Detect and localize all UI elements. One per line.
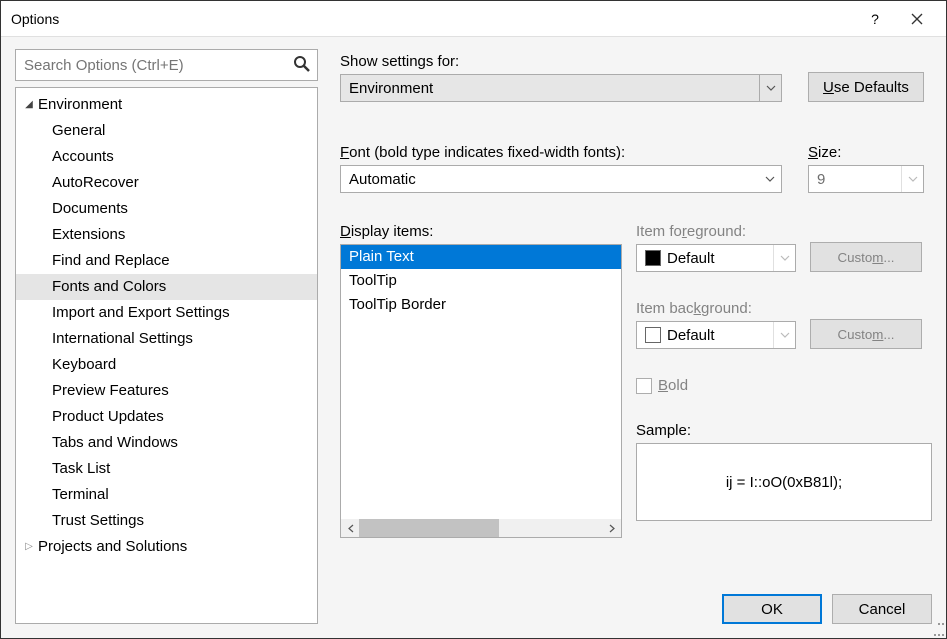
- sample-preview: ij = I::oO(0xB81l);: [636, 443, 932, 521]
- chevron-right-icon: ▷: [22, 536, 36, 558]
- size-select[interactable]: 9: [808, 165, 924, 193]
- tree-item-label: Fonts and Colors: [52, 276, 166, 298]
- chevron-down-icon: [773, 322, 795, 348]
- list-item[interactable]: ToolTip Border: [341, 293, 621, 317]
- tree-item-label: Extensions: [52, 224, 125, 246]
- help-icon: ?: [871, 11, 879, 27]
- tree-item-extensions[interactable]: Extensions: [16, 222, 317, 248]
- title-bar: Options ?: [1, 1, 946, 37]
- checkbox-icon: [636, 378, 652, 394]
- close-button[interactable]: [896, 4, 938, 34]
- size-label: Size:: [808, 144, 924, 161]
- tree-item-label: Environment: [38, 94, 122, 116]
- tree-item-label: Find and Replace: [52, 250, 170, 272]
- list-item[interactable]: Plain Text: [341, 245, 621, 269]
- close-icon: [911, 13, 923, 25]
- tree-item-international[interactable]: International Settings: [16, 326, 317, 352]
- tree-item-label: Tabs and Windows: [52, 432, 178, 454]
- tree-item-trust-settings[interactable]: Trust Settings: [16, 508, 317, 534]
- use-defaults-button[interactable]: Use Defaults: [808, 72, 924, 102]
- item-background-select[interactable]: Default: [636, 321, 796, 349]
- tree-item-environment[interactable]: ◢ Environment: [16, 92, 317, 118]
- tree-item-label: Documents: [52, 198, 128, 220]
- chevron-down-icon: [759, 75, 781, 101]
- item-foreground-label: Item foreground:: [636, 223, 796, 240]
- display-items-listbox[interactable]: Plain Text ToolTip ToolTip Border: [340, 244, 622, 538]
- tree-item-label: Projects and Solutions: [38, 536, 187, 558]
- bold-label: Bold: [658, 377, 688, 394]
- resize-grip-icon[interactable]: [931, 623, 944, 636]
- foreground-custom-button[interactable]: Custom...: [810, 242, 922, 272]
- tree-item-label: International Settings: [52, 328, 193, 350]
- scroll-left-icon[interactable]: [341, 519, 359, 537]
- search-input[interactable]: [15, 49, 318, 81]
- font-label: Font (bold type indicates fixed-width fo…: [340, 144, 782, 161]
- color-swatch-icon: [645, 327, 661, 343]
- tree-item-autorecover[interactable]: AutoRecover: [16, 170, 317, 196]
- sample-label: Sample:: [636, 422, 932, 439]
- tree-item-label: Import and Export Settings: [52, 302, 230, 324]
- font-select[interactable]: Automatic: [340, 165, 782, 193]
- tree-item-label: Terminal: [52, 484, 109, 506]
- cancel-button[interactable]: Cancel: [832, 594, 932, 624]
- chevron-down-icon: [901, 166, 923, 192]
- scrollbar-thumb[interactable]: [359, 519, 499, 537]
- tree-item-find-replace[interactable]: Find and Replace: [16, 248, 317, 274]
- tree-item-label: General: [52, 120, 105, 142]
- item-foreground-value: Default: [667, 250, 715, 267]
- item-background-label: Item background:: [636, 300, 796, 317]
- font-value: Automatic: [349, 171, 416, 188]
- tree-item-product-updates[interactable]: Product Updates: [16, 404, 317, 430]
- tree-item-label: Accounts: [52, 146, 114, 168]
- tree-item-fonts-colors[interactable]: Fonts and Colors: [16, 274, 317, 300]
- item-background-value: Default: [667, 327, 715, 344]
- size-value: 9: [817, 171, 825, 188]
- tree-item-accounts[interactable]: Accounts: [16, 144, 317, 170]
- tree-item-general[interactable]: General: [16, 118, 317, 144]
- category-tree[interactable]: ◢ Environment General Accounts AutoRecov…: [15, 87, 318, 624]
- tree-item-label: AutoRecover: [52, 172, 139, 194]
- tree-item-keyboard[interactable]: Keyboard: [16, 352, 317, 378]
- background-custom-button[interactable]: Custom...: [810, 319, 922, 349]
- tree-item-label: Product Updates: [52, 406, 164, 428]
- ok-button[interactable]: OK: [722, 594, 822, 624]
- chevron-down-icon: ◢: [22, 94, 36, 116]
- show-settings-select[interactable]: Environment: [340, 74, 782, 102]
- tree-item-label: Task List: [52, 458, 110, 480]
- tree-item-label: Preview Features: [52, 380, 169, 402]
- tree-item-documents[interactable]: Documents: [16, 196, 317, 222]
- tree-item-label: Trust Settings: [52, 510, 144, 532]
- chevron-down-icon: [759, 166, 781, 192]
- tree-item-preview-features[interactable]: Preview Features: [16, 378, 317, 404]
- show-settings-value: Environment: [349, 80, 433, 97]
- sample-text: ij = I::oO(0xB81l);: [726, 474, 842, 491]
- tree-item-label: Keyboard: [52, 354, 116, 376]
- tree-item-task-list[interactable]: Task List: [16, 456, 317, 482]
- horizontal-scrollbar[interactable]: [341, 519, 621, 537]
- item-foreground-select[interactable]: Default: [636, 244, 796, 272]
- bold-checkbox[interactable]: Bold: [636, 377, 932, 394]
- tree-item-terminal[interactable]: Terminal: [16, 482, 317, 508]
- help-button[interactable]: ?: [854, 4, 896, 34]
- scroll-right-icon[interactable]: [603, 519, 621, 537]
- chevron-down-icon: [773, 245, 795, 271]
- tree-item-import-export[interactable]: Import and Export Settings: [16, 300, 317, 326]
- show-settings-label: Show settings for:: [340, 53, 782, 70]
- list-item[interactable]: ToolTip: [341, 269, 621, 293]
- color-swatch-icon: [645, 250, 661, 266]
- display-items-label: Display items:: [340, 223, 622, 240]
- tree-item-tabs-windows[interactable]: Tabs and Windows: [16, 430, 317, 456]
- tree-item-projects-solutions[interactable]: ▷ Projects and Solutions: [16, 534, 317, 560]
- search-icon[interactable]: [292, 54, 312, 74]
- window-title: Options: [11, 11, 854, 27]
